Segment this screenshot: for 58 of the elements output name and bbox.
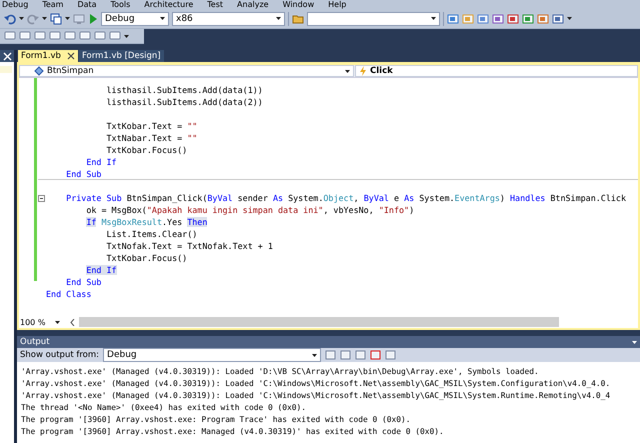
dropdown-caret-icon[interactable]: [124, 34, 129, 38]
dropdown-caret-icon[interactable]: [160, 17, 165, 20]
code-line: TxtKobar.Focus(): [106, 252, 188, 264]
play-icon[interactable]: [88, 12, 98, 24]
zoom-dropdown[interactable]: 100 %: [20, 318, 66, 326]
menu-item[interactable]: Team: [42, 0, 64, 9]
menu-item[interactable]: Test: [207, 0, 224, 9]
editor-tab[interactable]: Form1.vb: [18, 50, 78, 62]
editor-tab[interactable]: Form1.vb [Design]: [78, 50, 164, 62]
code-line: End If: [85, 156, 117, 168]
output-source-dropdown[interactable]: Debug: [103, 348, 322, 362]
code-line: End Class: [46, 288, 92, 300]
scroll-left-icon[interactable]: [70, 318, 75, 326]
panel-title: Output: [20, 337, 50, 347]
code-line: If MsgBoxResult.Yes Then: [85, 216, 208, 228]
dropdown-caret-icon[interactable]: [431, 17, 436, 20]
window-icon[interactable]: [4, 31, 16, 41]
code-line: TxtKobar.Text = "": [106, 120, 198, 132]
diamond-icon[interactable]: [34, 66, 44, 76]
menu-item[interactable]: Architecture: [144, 0, 194, 9]
folder-icon[interactable]: [292, 12, 304, 24]
dropdown-caret-icon[interactable]: [19, 17, 24, 20]
menu-item[interactable]: Window: [282, 0, 314, 9]
window-icon[interactable]: [477, 12, 489, 24]
code-line: ok = MsgBox("Apakah kamu ingin simpan data ini", vbYesNo, "Info"): [85, 204, 414, 216]
menu-item[interactable]: Debug: [2, 0, 28, 9]
dropdown-caret-icon[interactable]: [55, 320, 60, 324]
code-line: List.Items.Clear(): [106, 228, 198, 240]
collapse-icon[interactable]: [38, 194, 45, 202]
object-dropdown[interactable]: BtnSimpan: [19, 65, 354, 77]
platform-dropdown[interactable]: x86: [172, 12, 285, 26]
undo-icon[interactable]: [4, 12, 16, 24]
code-line: End Sub: [65, 276, 102, 288]
code-line: End Sub: [65, 168, 102, 180]
code-line: TxtNabar.Text = "": [106, 132, 198, 144]
output-source-label: Show output from:: [20, 350, 100, 360]
code-line: TxtNofak.Text = TxtNofak.Text + 1: [106, 240, 273, 252]
close-icon[interactable]: [66, 52, 75, 60]
window-stack-icon[interactable]: [50, 12, 62, 24]
dropdown-caret-icon[interactable]: [42, 17, 47, 20]
code-line: Private Sub BtnSimpan_Click(ByVal sender As System.Object, ByVal e As System.EventArgs) Handles BtnSimpan.Click: [65, 192, 626, 204]
horizontal-scrollbar[interactable]: [79, 317, 559, 327]
dropdown-caret-icon[interactable]: [567, 17, 572, 20]
menu-item[interactable]: Help: [328, 0, 346, 9]
menu-item[interactable]: Analyze: [237, 0, 269, 9]
configuration-dropdown[interactable]: Debug: [101, 12, 169, 26]
code-line: listhasil.SubItems.Add(data(2)): [106, 96, 263, 108]
dropdown-caret-icon[interactable]: [345, 70, 350, 72]
code-line: TxtKobar.Focus(): [106, 144, 188, 156]
dropdown-caret-icon[interactable]: [632, 340, 637, 344]
dropdown-caret-icon[interactable]: [65, 17, 70, 20]
dropdown-caret-icon[interactable]: [312, 354, 318, 356]
lightning-icon[interactable]: [359, 66, 367, 76]
menu-item[interactable]: Tools: [110, 0, 130, 9]
event-dropdown[interactable]: Click: [355, 65, 638, 77]
menu-item[interactable]: Data: [77, 0, 97, 9]
code-line: listhasil.SubItems.Add(data(1)): [106, 84, 263, 96]
dropdown-caret-icon[interactable]: [276, 17, 281, 20]
